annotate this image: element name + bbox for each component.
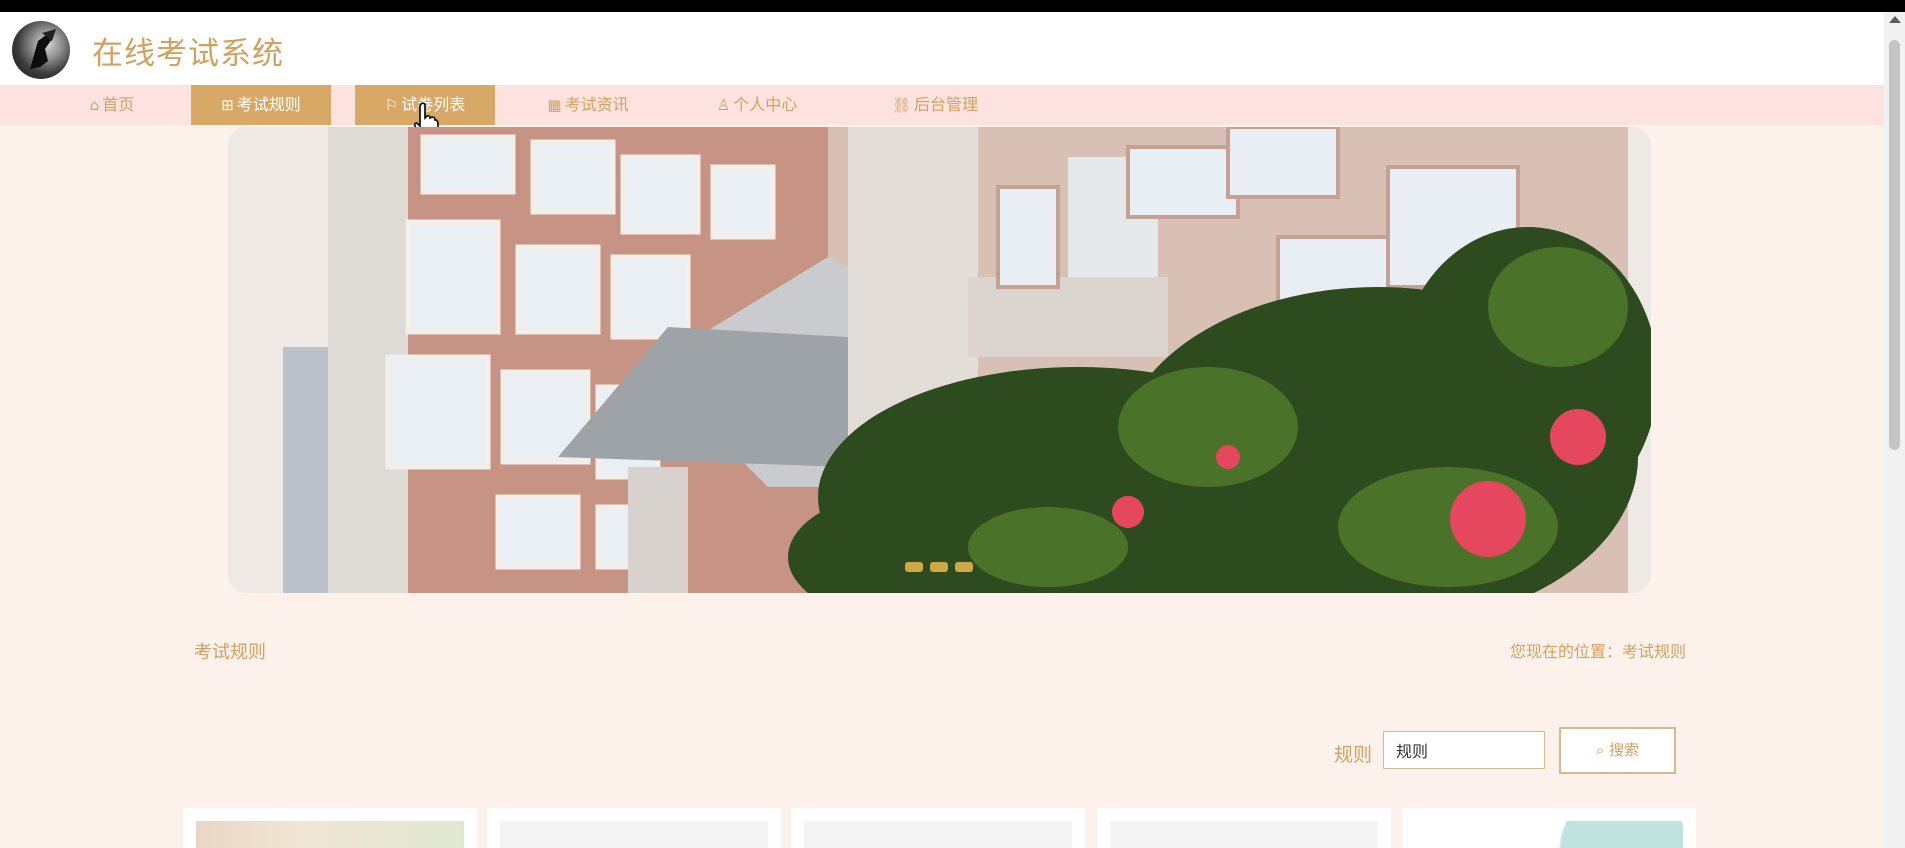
card-image: [1110, 821, 1378, 848]
nav-item-label: 考试规则: [236, 95, 301, 114]
scroll-up-arrow-icon[interactable]: [1889, 16, 1901, 23]
carousel-indicators[interactable]: [905, 557, 980, 576]
gift-icon: ⊞: [221, 96, 234, 114]
nav-item-label: 个人中心: [733, 95, 798, 114]
nav-item-label: 首页: [102, 95, 135, 114]
nav-item-exam-rules[interactable]: ⊞ 考试规则: [191, 85, 331, 125]
nav-item-home[interactable]: ⌂ 首页: [52, 85, 172, 125]
carousel-dot[interactable]: [955, 562, 973, 572]
nav-item-label: 后台管理: [914, 95, 979, 114]
search-label: 规则: [1334, 744, 1373, 766]
carousel-dot[interactable]: [905, 562, 923, 572]
search-button[interactable]: ⌕ 搜索: [1559, 727, 1676, 774]
scrollbar-thumb[interactable]: [1889, 40, 1900, 450]
nav-item-label: 考试资讯: [564, 95, 629, 114]
app-title: 在线考试系统: [92, 36, 284, 72]
nav-item-exam-news[interactable]: ▦ 考试资讯: [533, 85, 643, 125]
home-icon: ⌂: [89, 96, 100, 114]
carousel-dot[interactable]: [930, 562, 948, 572]
card-image: [1415, 821, 1683, 848]
list-item[interactable]: [1402, 808, 1696, 848]
campus-building-photo: [228, 127, 1651, 593]
search-input[interactable]: [1383, 731, 1545, 769]
section-title: 考试规则: [194, 642, 266, 663]
nav-item-admin[interactable]: ⛓ 后台管理: [870, 85, 1000, 125]
top-black-bar: [0, 0, 1905, 12]
flag-icon: ⚐: [384, 96, 399, 114]
list-item[interactable]: [1097, 808, 1391, 848]
search-button-label: 搜索: [1609, 741, 1640, 759]
logo-silhouette-icon: [30, 29, 56, 69]
card-image: [500, 821, 768, 848]
nav-item-profile[interactable]: ♙ 个人中心: [702, 85, 812, 125]
main-nav: ⌂ 首页 ⊞ 考试规则 ⚐ 试卷列表 ▦ 考试资讯 ♙ 个人中心 ⛓ 后台管理: [0, 85, 1884, 125]
grid-icon: ▦: [547, 96, 562, 114]
link-icon: ⛓: [891, 96, 912, 114]
site-logo[interactable]: [12, 21, 70, 79]
breadcrumb: 您现在的位置：考试规则: [1509, 642, 1686, 661]
search-icon: ⌕: [1595, 741, 1605, 759]
list-item[interactable]: [791, 808, 1085, 848]
list-item[interactable]: [487, 808, 781, 848]
site-header: 在线考试系统: [0, 12, 1884, 85]
list-item[interactable]: [183, 808, 477, 848]
user-icon: ♙: [716, 96, 731, 114]
card-image: [804, 821, 1072, 848]
hero-carousel[interactable]: [228, 127, 1651, 593]
card-image: [196, 821, 464, 848]
